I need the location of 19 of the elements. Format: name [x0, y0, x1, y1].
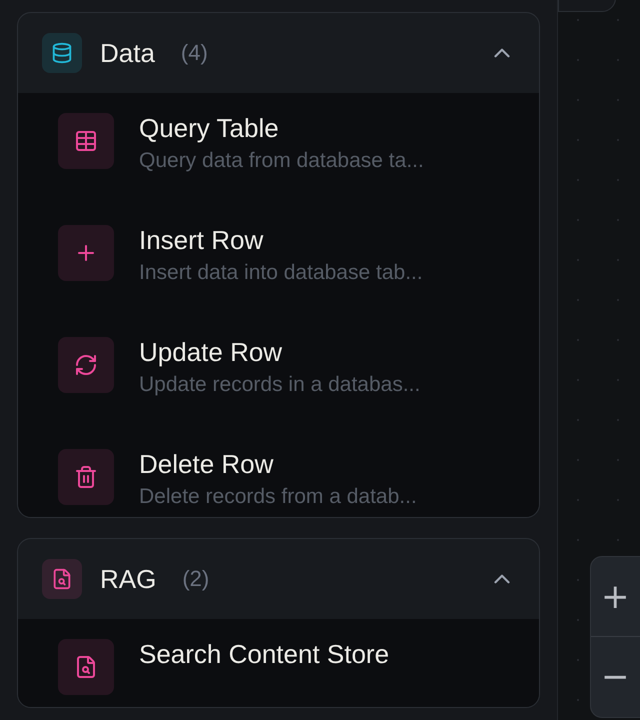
file-search-icon — [74, 655, 98, 679]
category-header[interactable]: RAG (2) — [18, 539, 539, 619]
node-title: Query Table — [139, 113, 280, 143]
node-title: Delete Row — [139, 449, 274, 479]
category-title: RAG — [100, 564, 156, 594]
category-title: Data — [100, 38, 155, 68]
zoom-in-button[interactable]: + — [591, 557, 640, 637]
trash-icon — [74, 465, 98, 489]
item-count: (4) — [180, 40, 208, 66]
zoom-out-button[interactable]: − — [591, 637, 640, 717]
category-header[interactable]: Data (4) — [18, 13, 539, 93]
node-title: Search Content Store — [139, 639, 390, 669]
file-search-icon — [51, 568, 73, 590]
node-title: Insert Row — [139, 225, 264, 255]
item-count: (2) — [182, 566, 210, 592]
node-title: Update Row — [139, 337, 284, 367]
database-icon — [51, 42, 73, 64]
refresh-icon — [74, 353, 98, 377]
table-icon — [74, 129, 98, 153]
